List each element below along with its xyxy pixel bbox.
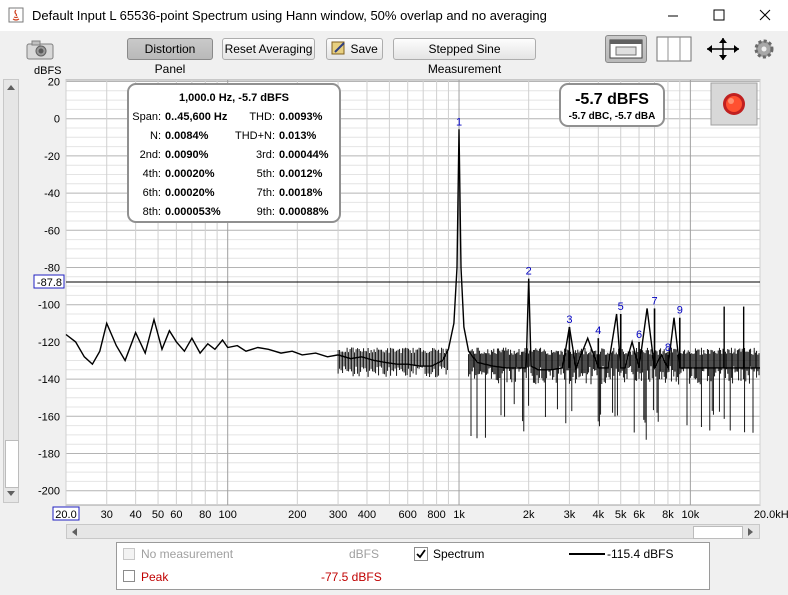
no-measurement-checkbox[interactable] (123, 548, 135, 560)
x-tick-label: 6k (633, 509, 645, 521)
distortion-header: 1,000.0 Hz, -5.7 dBFS (179, 92, 289, 104)
y-tick-label: -40 (44, 188, 60, 200)
level-sub: -5.7 dBC, -5.7 dBA (569, 111, 656, 122)
y-tick-label: -160 (38, 411, 60, 423)
level-panel[interactable]: -5.7 dBFS -5.7 dBC, -5.7 dBA (559, 83, 665, 127)
cursor-value: -87.8 (37, 277, 62, 289)
distortion-value: 0.013% (279, 130, 317, 142)
x-start-box[interactable]: 20.0 (52, 506, 80, 521)
x-tick-label: 300 (329, 509, 347, 521)
x-tick-label: 80 (199, 509, 211, 521)
y-tick-label: -60 (44, 225, 60, 237)
distortion-label: 8th: (143, 206, 161, 218)
x-tick-label: 100 (219, 509, 237, 521)
distortion-value: 0.0093% (279, 111, 323, 123)
record-button[interactable] (710, 82, 758, 126)
y-tick-label: -200 (38, 486, 60, 498)
y-axis-unit: dBFS (34, 65, 62, 77)
x-tick-label: 400 (358, 509, 376, 521)
harmonic-label: 8 (665, 342, 671, 354)
distortion-label: 6th: (143, 187, 161, 199)
level-main: -5.7 dBFS (575, 91, 649, 108)
spectrum-checkbox[interactable] (414, 547, 428, 561)
distortion-value: 0.00020% (165, 187, 215, 199)
peak-label: Peak (141, 570, 169, 584)
distortion-label: THD: (249, 111, 275, 123)
distortion-value: 0.0012% (279, 168, 323, 180)
harmonic-label: 7 (651, 295, 657, 307)
x-start-value: 20.0 (55, 509, 76, 521)
distortion-value: 0.00044% (279, 149, 329, 161)
distortion-value: 0.0090% (165, 149, 209, 161)
y-tick-label: 0 (54, 114, 60, 126)
x-tick-label: 50 (152, 509, 164, 521)
distortion-value: 0.00020% (165, 168, 215, 180)
distortion-label: 2nd: (140, 149, 161, 161)
distortion-label: 9th: (257, 206, 275, 218)
harmonic-label: 1 (456, 116, 462, 128)
spectrum-line-swatch (569, 553, 605, 555)
x-tick-labels: 30 40 50 60 80 100 200 300 400 600 800 1k 2k 3k 4k 5k 6k… (101, 509, 788, 521)
spectrum-label: Spectrum (433, 547, 485, 561)
checkmark-icon (416, 549, 426, 559)
harmonic-label: 2 (526, 266, 532, 278)
x-tick-label: 600 (399, 509, 417, 521)
x-tick-label: 3k (564, 509, 576, 521)
distortion-label: N: (150, 130, 161, 142)
x-tick-label: 4k (592, 509, 604, 521)
cursor-value-box[interactable]: -87.8 (33, 274, 65, 289)
harmonic-label: 9 (677, 305, 683, 317)
x-tick-label: 800 (427, 509, 445, 521)
harmonic-label: 3 (566, 314, 572, 326)
harmonic-label: 4 (595, 325, 601, 337)
y-tick-label: -100 (38, 300, 60, 312)
spectrum-chart[interactable]: dBFS 200-20-40-60-80-100-120-140-160-180… (0, 0, 788, 595)
distortion-panel[interactable]: 1,000.0 Hz, -5.7 dBFS Span: 0..45,600 Hz T… (127, 83, 341, 223)
distortion-label: 5th: (257, 168, 275, 180)
x-tick-label: 30 (101, 509, 113, 521)
y-tick-label: -20 (44, 151, 60, 163)
x-tick-label: 20.0kHz (754, 509, 788, 521)
x-tick-label: 60 (170, 509, 182, 521)
harmonic-label: 5 (618, 301, 624, 313)
harmonic-label: 6 (636, 329, 642, 341)
x-tick-label: 40 (130, 509, 142, 521)
distortion-value: 0.0018% (279, 187, 323, 199)
spectrum-value: -115.4 dBFS (607, 547, 674, 561)
distortion-label: 3rd: (256, 149, 275, 161)
y-tick-label: 20 (48, 77, 60, 89)
x-tick-label: 1k (453, 509, 465, 521)
distortion-label: THD+N: (235, 130, 275, 142)
x-tick-label: 5k (615, 509, 627, 521)
peak-checkbox[interactable] (123, 570, 135, 582)
no-measurement-unit: dBFS (349, 547, 380, 561)
y-tick-label: -140 (38, 374, 60, 386)
distortion-value: 0..45,600 Hz (165, 111, 228, 123)
distortion-label: 7th: (257, 187, 275, 199)
distortion-value: 0.0084% (165, 130, 209, 142)
distortion-value: 0.00088% (279, 206, 329, 218)
y-tick-label: -180 (38, 449, 60, 461)
x-tick-label: 200 (288, 509, 306, 521)
x-tick-label: 2k (523, 509, 535, 521)
x-tick-label: 10k (681, 509, 699, 521)
distortion-label: 4th: (143, 168, 161, 180)
x-tick-label: 8k (662, 509, 674, 521)
y-tick-label: -80 (44, 263, 60, 275)
y-tick-label: -120 (38, 337, 60, 349)
peak-value: -77.5 dBFS (321, 570, 382, 584)
no-measurement-label: No measurement (141, 547, 234, 561)
distortion-label: Span: (132, 111, 161, 123)
legend-panel: No measurement dBFS Spectrum -115.4 dBFS… (116, 542, 710, 590)
distortion-value: 0.000053% (165, 206, 221, 218)
